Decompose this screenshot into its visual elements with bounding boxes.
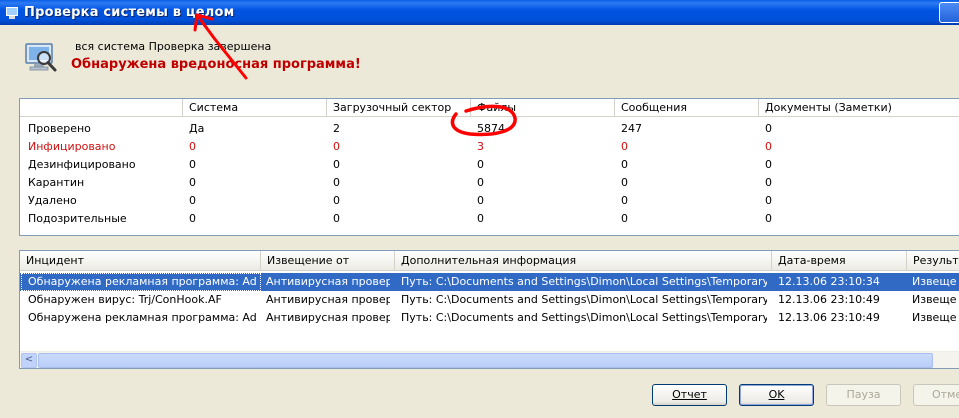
col-additional-info[interactable]: Дополнительная информация bbox=[394, 251, 771, 271]
cancel-button[interactable]: Отме bbox=[913, 384, 959, 406]
stats-row-disinfected: Дезинфицировано 0 0 0 0 0 bbox=[20, 156, 959, 174]
stats-value: 0 bbox=[765, 194, 772, 207]
col-datetime[interactable]: Дата-время bbox=[771, 251, 906, 271]
stats-value: 0 bbox=[765, 158, 772, 171]
incident-name: Обнаружена рекламная программа: Adwa... bbox=[28, 311, 256, 324]
stats-row-quarantine: Карантин 0 0 0 0 0 bbox=[20, 174, 959, 192]
stats-value: 0 bbox=[765, 176, 772, 189]
stats-value: 0 bbox=[477, 176, 484, 189]
scan-status-text: вся система Проверка завершена bbox=[75, 40, 272, 53]
incident-info: Путь: C:\Documents and Settings\Dimon\Lo… bbox=[401, 293, 767, 306]
stats-value: Да bbox=[189, 122, 205, 135]
window-title: Проверка системы в целом bbox=[24, 5, 235, 20]
stats-value: 0 bbox=[477, 212, 484, 225]
report-button[interactable]: Отчет bbox=[652, 384, 727, 406]
stats-row-checked: Проверено Да 2 5874 247 0 bbox=[20, 120, 959, 138]
stats-value: 3 bbox=[477, 140, 484, 153]
stats-value: 0 bbox=[477, 158, 484, 171]
stats-row-label: Инфицировано bbox=[28, 140, 116, 153]
col-result[interactable]: Результа bbox=[906, 251, 959, 271]
stats-value: 0 bbox=[765, 212, 772, 225]
close-button[interactable] bbox=[939, 2, 959, 23]
stats-value: 0 bbox=[333, 158, 340, 171]
incident-datetime: 12.13.06 23:10:49 bbox=[778, 293, 880, 306]
cancel-button-label: Отме bbox=[932, 388, 959, 401]
incident-result: Извеще bbox=[912, 293, 957, 306]
incident-name: Обнаружена рекламная программа: Adwa... bbox=[28, 275, 256, 288]
pause-button[interactable]: Пауза bbox=[826, 384, 901, 406]
stats-value: 0 bbox=[765, 122, 772, 135]
stats-value: 0 bbox=[621, 194, 628, 207]
pause-button-label: Пауза bbox=[846, 388, 881, 401]
stats-value: 0 bbox=[477, 194, 484, 207]
stats-row-label: Подозрительные bbox=[28, 212, 127, 225]
incident-result: Извеще bbox=[912, 311, 957, 324]
stats-value: 0 bbox=[189, 140, 196, 153]
scan-computer-icon bbox=[25, 43, 57, 72]
stats-col-boot[interactable]: Загрузочный сектор bbox=[326, 99, 470, 117]
col-incident[interactable]: Инцидент bbox=[20, 251, 260, 271]
stats-value: 0 bbox=[189, 212, 196, 225]
incident-info: Путь: C:\Documents and Settings\Dimon\Lo… bbox=[401, 275, 767, 288]
incident-from: Антивирусная провер... bbox=[266, 311, 390, 324]
stats-header: Система Загрузочный сектор Файлы Сообщен… bbox=[20, 99, 959, 117]
stats-value: 0 bbox=[621, 140, 628, 153]
stats-row-label: Карантин bbox=[28, 176, 85, 189]
horizontal-scrollbar[interactable]: < bbox=[20, 351, 959, 368]
title-bar[interactable]: Проверка системы в целом bbox=[0, 0, 959, 25]
incident-info: Путь: C:\Documents and Settings\Dimon\Lo… bbox=[401, 311, 767, 324]
stats-col-documents[interactable]: Документы (Заметки) bbox=[758, 99, 959, 117]
incident-row[interactable]: Обнаружен вирус: Trj/ConHook.AF Антивиру… bbox=[20, 291, 959, 309]
scan-stats-table: Система Загрузочный сектор Файлы Сообщен… bbox=[19, 98, 959, 236]
col-notified-by[interactable]: Извещение от bbox=[260, 251, 394, 271]
incident-list-header: Инцидент Извещение от Дополнительная инф… bbox=[20, 251, 959, 271]
stats-row-infected: Инфицировано 0 0 3 0 0 bbox=[20, 138, 959, 156]
incident-result: Извеще bbox=[912, 275, 957, 288]
stats-value: 0 bbox=[333, 194, 340, 207]
stats-value: 0 bbox=[333, 212, 340, 225]
incident-list[interactable]: Инцидент Извещение от Дополнительная инф… bbox=[19, 250, 959, 369]
incident-row[interactable]: Обнаружена рекламная программа: Adwa... … bbox=[20, 273, 959, 291]
scroll-thumb[interactable] bbox=[38, 353, 933, 368]
incident-name: Обнаружен вирус: Trj/ConHook.AF bbox=[28, 293, 222, 306]
stats-value: 0 bbox=[189, 158, 196, 171]
ok-button-label: OK bbox=[768, 388, 785, 401]
stats-row-label: Дезинфицировано bbox=[28, 158, 136, 171]
scroll-left-button[interactable]: < bbox=[21, 353, 37, 368]
stats-value: 0 bbox=[765, 140, 772, 153]
stats-value: 0 bbox=[189, 194, 196, 207]
stats-row-label: Удалено bbox=[28, 194, 77, 207]
stats-col-files[interactable]: Файлы bbox=[470, 99, 614, 117]
stats-col-label bbox=[20, 99, 182, 117]
stats-value: 0 bbox=[333, 176, 340, 189]
stats-value: 0 bbox=[621, 176, 628, 189]
stats-row-deleted: Удалено 0 0 0 0 0 bbox=[20, 192, 959, 210]
incident-datetime: 12.13.06 23:10:34 bbox=[778, 275, 880, 288]
stats-col-system[interactable]: Система bbox=[182, 99, 326, 117]
stats-value: 5874 bbox=[477, 122, 505, 135]
stats-col-messages[interactable]: Сообщения bbox=[614, 99, 758, 117]
incident-datetime: 12.13.06 23:10:49 bbox=[778, 311, 880, 324]
stats-row-label: Проверено bbox=[28, 122, 91, 135]
malware-alert-text: Обнаружена вредоносная программа! bbox=[71, 57, 361, 72]
incident-row[interactable]: Обнаружена рекламная программа: Adwa... … bbox=[20, 309, 959, 327]
stats-value: 0 bbox=[621, 212, 628, 225]
report-button-label: Отчет bbox=[672, 388, 707, 401]
computer-icon bbox=[5, 6, 19, 20]
incident-from: Антивирусная провер... bbox=[266, 293, 390, 306]
stats-value: 0 bbox=[333, 140, 340, 153]
stats-value: 0 bbox=[621, 158, 628, 171]
incident-from: Антивирусная провер... bbox=[266, 275, 390, 288]
stats-row-suspicious: Подозрительные 0 0 0 0 0 bbox=[20, 210, 959, 228]
stats-value: 0 bbox=[189, 176, 196, 189]
ok-button[interactable]: OK bbox=[739, 384, 814, 406]
stats-value: 247 bbox=[621, 122, 642, 135]
stats-value: 2 bbox=[333, 122, 340, 135]
